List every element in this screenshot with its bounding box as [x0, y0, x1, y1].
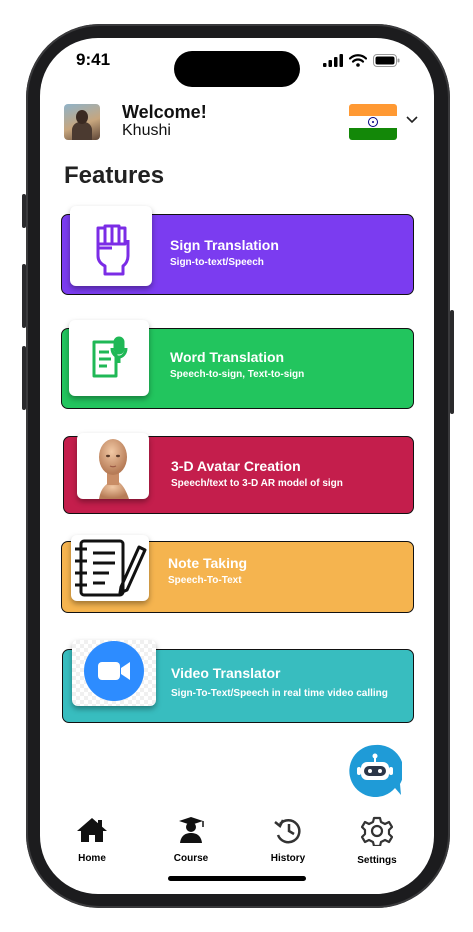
chatbot-robot-icon — [349, 744, 404, 797]
welcome-text: Welcome! — [122, 102, 207, 122]
video-camera-icon — [72, 640, 156, 706]
nav-label: Course — [173, 853, 209, 864]
graduate-icon — [179, 817, 204, 843]
raised-fist-icon — [70, 206, 152, 286]
feature-title: Video Translator — [171, 665, 281, 681]
notebook-pen-icon — [71, 535, 149, 601]
side-button — [22, 346, 26, 410]
wifi-icon — [349, 54, 367, 67]
status-icons — [323, 54, 400, 67]
feature-subtitle: Speech/text to 3-D AR model of sign — [171, 478, 343, 489]
speech-to-text-icon — [69, 320, 149, 396]
history-icon — [274, 819, 301, 844]
dynamic-island — [174, 51, 300, 87]
feature-subtitle: Sign-to-text/Speech — [170, 257, 264, 268]
chevron-down-icon[interactable] — [406, 116, 418, 124]
feature-title: Note Taking — [168, 555, 248, 571]
nav-history[interactable]: History — [253, 816, 323, 864]
feature-subtitle: Speech-To-Text — [168, 575, 242, 586]
feature-subtitle: Sign-To-Text/Speech in real time video c… — [171, 688, 388, 699]
signal-icon — [323, 54, 343, 67]
nav-label: History — [270, 853, 306, 864]
side-button — [22, 194, 26, 228]
page-title: Features — [64, 162, 165, 189]
chatbot-button[interactable] — [348, 744, 404, 798]
home-indicator[interactable] — [168, 876, 306, 881]
india-flag-icon[interactable] — [349, 104, 397, 140]
status-time: 9:41 — [76, 50, 111, 69]
side-button — [22, 264, 26, 328]
battery-icon — [373, 54, 400, 67]
side-button — [450, 310, 454, 414]
feature-title: 3-D Avatar Creation — [171, 458, 301, 474]
header: Welcome! Khushi — [40, 102, 434, 142]
nav-settings[interactable]: Settings — [342, 816, 412, 866]
status-bar: 9:41 — [40, 38, 434, 87]
app-screen: 9:41 Welcome! Khushi Features Sign Trans… — [40, 38, 434, 894]
home-icon — [77, 818, 107, 842]
nav-label: Home — [78, 853, 106, 864]
feature-title: Sign Translation — [170, 237, 279, 253]
bottom-nav: Home Course History Settings — [40, 816, 434, 866]
nav-home[interactable]: Home — [57, 816, 127, 864]
user-name: Khushi — [122, 122, 171, 139]
feature-subtitle: Speech-to-sign, Text-to-sign — [170, 369, 305, 380]
feature-title: Word Translation — [170, 349, 285, 365]
nav-label: Settings — [357, 855, 397, 866]
3d-head-avatar-icon — [77, 433, 149, 499]
nav-course[interactable]: Course — [156, 816, 226, 864]
user-avatar[interactable] — [64, 104, 100, 140]
settings-gear-icon — [360, 816, 394, 848]
